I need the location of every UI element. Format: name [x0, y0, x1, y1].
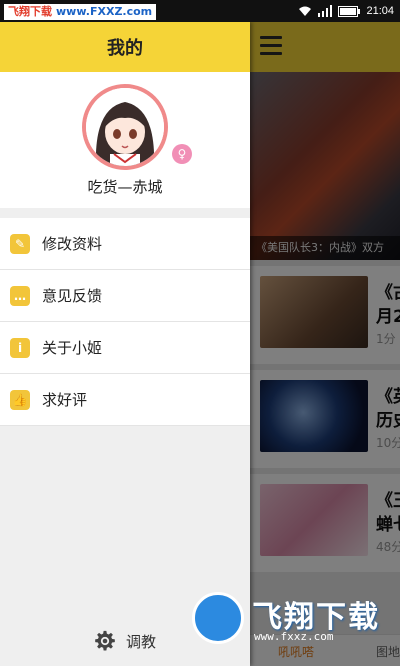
status-bar: 飞翔下载 www.FXXZ.com 21:04: [0, 0, 400, 22]
drawer-scrim[interactable]: [250, 22, 400, 666]
watermark-url-large: www.fxxz.com: [254, 630, 334, 643]
watermark-logo: [192, 592, 244, 644]
username: 吃货—赤城: [87, 178, 163, 196]
menu-item-label: 求好评: [42, 391, 88, 409]
menu-item-feedback[interactable]: … 意见反馈: [0, 270, 250, 322]
wifi-icon: [299, 6, 312, 16]
drawer-title: 我的: [107, 38, 143, 59]
watermark-url: www.FXXZ.com: [56, 5, 153, 18]
female-icon: ♀: [172, 144, 192, 164]
chat-icon: …: [10, 286, 30, 306]
watermark-top: 飞翔下载 www.FXXZ.com: [4, 4, 157, 20]
drawer-menu: ✎ 修改资料 … 意见反馈 i 关于小姬 👍 求好评: [0, 218, 250, 426]
watermark-brand: 飞翔下载: [8, 5, 52, 18]
signal-icon: [318, 5, 333, 17]
avatar[interactable]: [86, 88, 164, 166]
status-time: 21:04: [366, 5, 394, 17]
navigation-drawer: 我的 ♀ 吃货—赤城 ✎ 修改资料 … 意见反馈 i 关于小姬 👍 求好评 调教: [0, 22, 250, 666]
gear-icon: [95, 630, 115, 651]
menu-item-rate[interactable]: 👍 求好评: [0, 374, 250, 426]
menu-item-about[interactable]: i 关于小姬: [0, 322, 250, 374]
menu-item-label: 关于小姬: [42, 339, 103, 357]
info-icon: i: [10, 338, 30, 358]
menu-item-label: 修改资料: [42, 235, 103, 253]
edit-icon: ✎: [10, 234, 30, 254]
drawer-header: 我的: [0, 22, 250, 72]
settings-label: 调教: [125, 632, 156, 651]
menu-item-edit-profile[interactable]: ✎ 修改资料: [0, 218, 250, 270]
menu-item-label: 意见反馈: [42, 287, 103, 305]
status-icons: 21:04: [298, 3, 394, 19]
thumbs-up-icon: 👍: [10, 390, 30, 410]
watermark-bottom: 飞翔下载 www.fxxz.com: [190, 590, 400, 650]
avatar-illustration: [86, 88, 164, 166]
profile-section: ♀ 吃货—赤城: [0, 72, 250, 208]
battery-icon: [338, 5, 361, 17]
